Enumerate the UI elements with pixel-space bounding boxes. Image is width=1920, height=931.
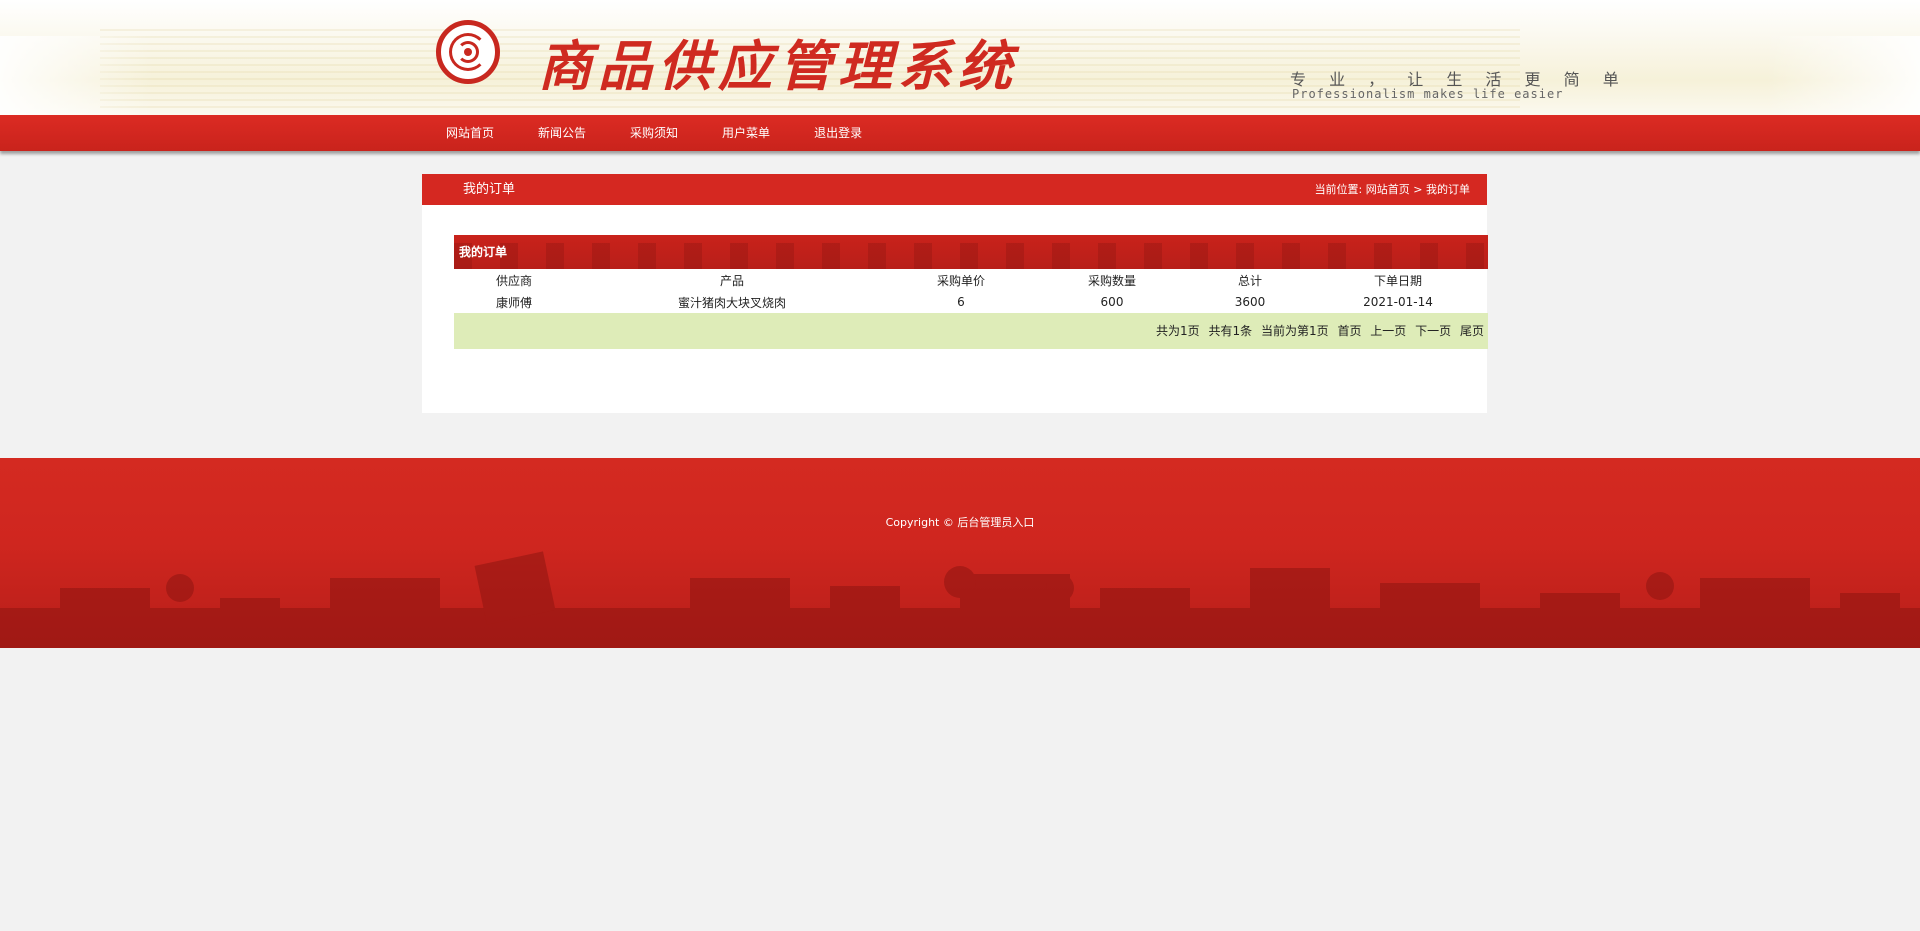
- logo-icon: [436, 20, 500, 84]
- cell-product: 蜜汁猪肉大块叉烧肉: [677, 295, 786, 310]
- panel-header: 我的订单 当前位置: 网站首页 > 我的订单: [422, 174, 1487, 205]
- pagination: 共为1页 共有1条 当前为第1页 首页 上一页 下一页 尾页: [454, 313, 1488, 349]
- cell-order-date: 2021-01-14: [1363, 295, 1433, 309]
- slogan-english: Professionalism makes life easier: [1292, 87, 1564, 101]
- column-header-unit-price: 采购单价: [936, 273, 985, 288]
- column-header-supplier: 供应商: [495, 273, 532, 288]
- column-header-total: 总计: [1237, 273, 1262, 288]
- pager-first-link[interactable]: 首页: [1337, 324, 1361, 338]
- copyright: Copyright © 后台管理员入口: [0, 514, 1920, 530]
- cell-unit-price: 6: [957, 295, 965, 309]
- nav-home[interactable]: 网站首页: [424, 115, 516, 151]
- header-banner: 商品供应管理系统 专 业 ， 让 生 活 更 简 单 Professionali…: [0, 0, 1920, 115]
- nav-purchase-notice[interactable]: 采购须知: [608, 115, 700, 151]
- cell-supplier: 康师傅: [495, 295, 532, 310]
- admin-entry-link[interactable]: 后台管理员入口: [957, 516, 1034, 529]
- column-header-product: 产品: [719, 273, 744, 288]
- pager-last-link[interactable]: 尾页: [1460, 324, 1484, 338]
- orders-section: 我的订单 供应商 产品 采购单价 采购数量 总计 下单日期 康师傅 蜜汁猪肉大块…: [454, 235, 1488, 349]
- site-title: 商品供应管理系统: [538, 34, 1018, 98]
- nav-user-menu[interactable]: 用户菜单: [700, 115, 792, 151]
- nav-logout[interactable]: 退出登录: [792, 115, 884, 151]
- nav-news[interactable]: 新闻公告: [516, 115, 608, 151]
- footer: Copyright © 后台管理员入口: [0, 458, 1920, 648]
- cell-total: 3600: [1234, 295, 1266, 309]
- column-header-quantity: 采购数量: [1087, 273, 1136, 288]
- orders-header: 我的订单: [454, 235, 1488, 269]
- orders-title: 我的订单: [459, 245, 508, 259]
- pager-next-link[interactable]: 下一页: [1415, 324, 1451, 338]
- orders-table: 供应商 产品 采购单价 采购数量 总计 下单日期 康师傅 蜜汁猪肉大块叉烧肉 6…: [454, 269, 1488, 313]
- breadcrumb-prefix: 当前位置:: [1314, 183, 1363, 196]
- pager-current-page: 当前为第1页: [1260, 324, 1329, 338]
- breadcrumb: 当前位置: 网站首页 > 我的订单: [1315, 174, 1470, 205]
- table-row: 康师傅 蜜汁猪肉大块叉烧肉 6 600 3600 2021-01-14: [454, 291, 1488, 313]
- pager-prev-link[interactable]: 上一页: [1370, 324, 1406, 338]
- breadcrumb-current: 我的订单: [1426, 183, 1470, 196]
- table-header-row: 供应商 产品 采购单价 采购数量 总计 下单日期: [454, 269, 1488, 291]
- pager-total-pages: 共为1页: [1156, 324, 1200, 338]
- main-navigation: 网站首页 新闻公告 采购须知 用户菜单 退出登录: [0, 115, 1920, 151]
- breadcrumb-home-link[interactable]: 网站首页: [1366, 183, 1410, 196]
- panel-title: 我的订单: [463, 182, 516, 197]
- copyright-text: Copyright ©: [885, 516, 954, 529]
- breadcrumb-separator: >: [1413, 183, 1423, 196]
- column-header-order-date: 下单日期: [1373, 273, 1422, 288]
- pager-total-items: 共有1条: [1208, 324, 1253, 338]
- content-panel: 我的订单 当前位置: 网站首页 > 我的订单 我的订单 供应商 产品 采购单价 …: [422, 174, 1488, 413]
- cell-quantity: 600: [1100, 295, 1124, 309]
- city-skyline-decoration: [0, 551, 1920, 648]
